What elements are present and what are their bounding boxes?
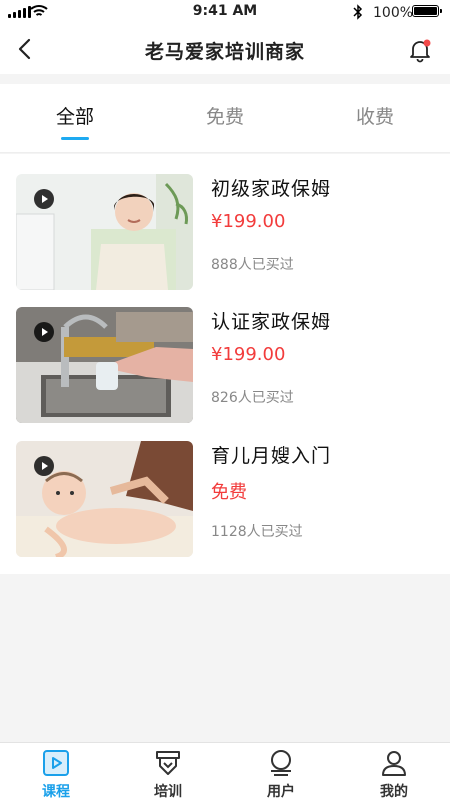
- battery-icon: [412, 5, 442, 17]
- category-tabs: 全部 免费 收费: [0, 84, 450, 153]
- bluetooth-icon: [353, 4, 363, 20]
- nav-item-training[interactable]: 培训: [112, 743, 224, 801]
- course-title: 育儿月嫂入门: [211, 445, 332, 467]
- course-buyer-count: 1128人已买过: [211, 524, 303, 540]
- notification-bell-icon[interactable]: [406, 36, 434, 64]
- nav-item-course[interactable]: 课程: [0, 743, 112, 801]
- status-bar: 9:41 AM 100%: [0, 0, 450, 24]
- course-thumbnail: [16, 441, 193, 557]
- play-icon: [34, 322, 54, 342]
- course-buyer-count: 826人已买过: [211, 390, 294, 406]
- nav-label: 培训: [154, 784, 182, 800]
- course-price: ¥199.00: [211, 344, 286, 365]
- nav-label: 课程: [42, 784, 70, 800]
- bottom-nav: 课程 培训 用户 我的: [0, 742, 450, 801]
- tab-all[interactable]: 全部: [0, 102, 150, 140]
- course-play-icon: [43, 750, 69, 776]
- tab-free[interactable]: 免费: [150, 102, 300, 129]
- course-list: 初级家政保姆 ¥199.00 888人已买过 认证家政保姆 ¥199.00 82…: [0, 154, 450, 574]
- nav-label: 我的: [380, 784, 408, 800]
- tab-label: 全部: [55, 106, 94, 128]
- play-icon: [34, 189, 54, 209]
- nav-bar: 老马爱家培训商家: [0, 24, 450, 74]
- training-icon: [156, 751, 180, 775]
- active-tab-indicator: [61, 137, 89, 140]
- play-icon: [34, 456, 54, 476]
- course-title: 初级家政保姆: [211, 178, 332, 200]
- course-title: 认证家政保姆: [211, 311, 332, 333]
- battery-percentage: 100%: [373, 5, 414, 21]
- page-title: 老马爱家培训商家: [144, 41, 305, 63]
- course-price: ¥199.00: [211, 211, 286, 232]
- profile-icon: [382, 751, 406, 776]
- course-thumbnail: [16, 307, 193, 423]
- course-item[interactable]: 初级家政保姆 ¥199.00 888人已买过: [16, 174, 436, 290]
- users-icon: [271, 750, 291, 776]
- course-buyer-count: 888人已买过: [211, 257, 294, 273]
- notification-dot: [423, 39, 431, 47]
- nav-item-users[interactable]: 用户: [225, 743, 337, 801]
- nav-item-mine[interactable]: 我的: [338, 743, 450, 801]
- course-item[interactable]: 育儿月嫂入门 免费 1128人已买过: [16, 441, 436, 557]
- nav-label: 用户: [267, 784, 295, 800]
- tab-paid[interactable]: 收费: [300, 102, 450, 129]
- tab-label: 免费: [205, 106, 244, 128]
- course-item[interactable]: 认证家政保姆 ¥199.00 826人已买过: [16, 307, 436, 423]
- course-thumbnail: [16, 174, 193, 290]
- course-price: 免费: [211, 482, 247, 503]
- tab-label: 收费: [355, 106, 394, 128]
